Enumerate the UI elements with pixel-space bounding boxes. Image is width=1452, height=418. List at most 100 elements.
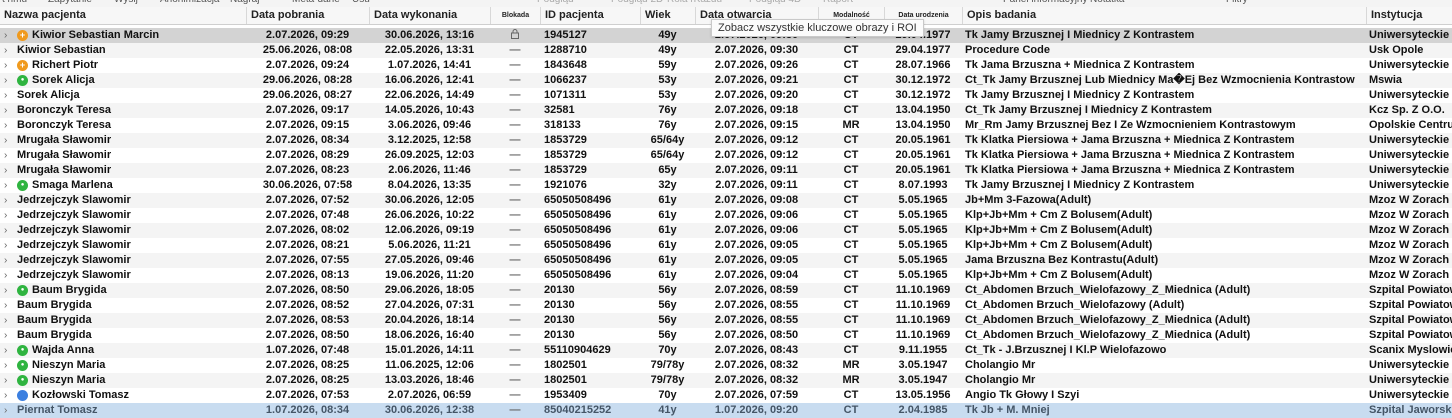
table-row[interactable]: › Jedrzejczyk Slawomir 2.07.2026, 07:55 27.…: [0, 253, 1452, 268]
table-row[interactable]: › Boronczyk Teresa 2.07.2026, 09:15 3.06.20…: [0, 118, 1452, 133]
expand-chevron-icon[interactable]: ›: [4, 208, 7, 223]
expand-chevron-icon[interactable]: ›: [4, 103, 7, 118]
table-row[interactable]: › ● Nieszyn Maria 2.07.2026, 08:25 11.06.202…: [0, 358, 1452, 373]
cell-mod: CT: [843, 104, 859, 116]
table-row[interactable]: › Jedrzejczyk Slawomir 2.07.2026, 08:13 19.…: [0, 268, 1452, 283]
cell-otwarcia: 2.07.2026, 08:50: [714, 329, 799, 341]
menu-item-podglad-4d[interactable]: Podgląd 4D: [749, 0, 801, 5]
table-row[interactable]: › ● Sorek Alicja 29.06.2026, 08:28 16.06.202…: [0, 73, 1452, 88]
table-row[interactable]: › Jedrzejczyk Slawomir 2.07.2026, 07:52 30.…: [0, 193, 1452, 208]
table-row[interactable]: › Kiwior Sebastian 25.06.2026, 08:08 22.05.…: [0, 43, 1452, 58]
expand-chevron-icon[interactable]: ›: [4, 73, 7, 88]
menu-item-usu[interactable]: Usu: [352, 0, 370, 5]
table-row[interactable]: › Kozłowski Tomasz 2.07.2026, 07:53 2.07.20…: [0, 388, 1452, 403]
expand-chevron-icon[interactable]: ›: [4, 43, 7, 58]
expand-chevron-icon[interactable]: ›: [4, 343, 7, 358]
column-header-id-pacjenta[interactable]: ID pacjenta: [540, 7, 640, 24]
expand-chevron-icon[interactable]: ›: [4, 58, 7, 73]
table-row[interactable]: › Jedrzejczyk Slawomir 2.07.2026, 07:48 26.…: [0, 208, 1452, 223]
cell-urodzenia: 11.10.1969: [895, 329, 951, 341]
menu-item-panel-informacyjny[interactable]: Panel informacyjny: [1003, 0, 1087, 5]
cell-id: 65050508496: [544, 224, 612, 236]
status-check-icon: ●: [17, 75, 28, 86]
expand-chevron-icon[interactable]: ›: [4, 163, 7, 178]
cell-urodzenia: 13.04.1950: [895, 104, 951, 116]
menu-item-anonimizacja[interactable]: Anonimizacja: [160, 0, 219, 5]
table-row[interactable]: › + Richert Piotr 2.07.2026, 09:24 1.07.2026…: [0, 58, 1452, 73]
cell-inst: Mzoz W Zorach S: [1369, 194, 1452, 206]
unlocked-dash: —: [509, 404, 521, 416]
expand-chevron-icon[interactable]: ›: [4, 298, 7, 313]
expand-chevron-icon[interactable]: ›: [4, 253, 7, 268]
table-row[interactable]: › Mrugała Sławomir 2.07.2026, 08:23 2.06.20…: [0, 163, 1452, 178]
table-row[interactable]: › Boronczyk Teresa 2.07.2026, 09:17 14.05.2…: [0, 103, 1452, 118]
cell-id: 65050508496: [544, 254, 612, 266]
table-row[interactable]: › ● Smaga Marlena 30.06.2026, 07:58 8.04.202…: [0, 178, 1452, 193]
cell-opis: Tk Klatka Piersiowa + Jama Brzuszna + Mi…: [965, 164, 1295, 176]
menu-item-notatka[interactable]: Notatka: [1090, 0, 1124, 5]
cell-mod: CT: [843, 194, 859, 206]
table-row[interactable]: › ● Baum Brygida 2.07.2026, 08:50 29.06.2026…: [0, 283, 1452, 298]
menu-item-rola-rkazdu[interactable]: Rola rKażdu: [667, 0, 722, 5]
cell-pobrania: 2.07.2026, 08:02: [265, 224, 350, 236]
menu-item-raport[interactable]: Raport: [823, 0, 853, 5]
expand-chevron-icon[interactable]: ›: [4, 238, 7, 253]
expand-chevron-icon[interactable]: ›: [4, 388, 7, 403]
column-header-data-pobrania[interactable]: Data pobrania: [246, 7, 369, 24]
column-header-data-wykonania[interactable]: Data wykonania: [369, 7, 490, 24]
menu-item-podglad-2d[interactable]: Podgląd 2D: [611, 0, 663, 5]
cell-wiek: 61y: [658, 239, 677, 251]
menu-item-t-nmu[interactable]: t nmu: [2, 0, 27, 5]
expand-chevron-icon[interactable]: ›: [4, 88, 7, 103]
column-header-opis-badania[interactable]: Opis badania: [962, 7, 1366, 24]
column-header-blokada[interactable]: Blokada: [490, 7, 540, 24]
expand-chevron-icon[interactable]: ›: [4, 283, 7, 298]
table-row[interactable]: › Baum Brygida 2.07.2026, 08:52 27.04.2026,…: [0, 298, 1452, 313]
menu-item-podglad[interactable]: Podgląd: [537, 0, 574, 5]
unlocked-dash: —: [509, 344, 521, 356]
table-row[interactable]: › Piernat Tomasz 1.07.2026, 08:34 30.06.202…: [0, 403, 1452, 418]
expand-chevron-icon[interactable]: ›: [4, 28, 7, 43]
table-row[interactable]: › Mrugała Sławomir 2.07.2026, 08:34 3.12.20…: [0, 133, 1452, 148]
cell-wiek: 53y: [658, 74, 677, 86]
cell-otwarcia: 2.07.2026, 09:04: [714, 269, 799, 281]
expand-chevron-icon[interactable]: ›: [4, 403, 7, 418]
table-row[interactable]: › Baum Brygida 2.07.2026, 08:50 18.06.2026,…: [0, 328, 1452, 343]
column-header-instytucja[interactable]: Instytucja: [1366, 7, 1452, 24]
cell-otwarcia: 2.07.2026, 09:21: [714, 74, 799, 86]
table-row[interactable]: › Baum Brygida 2.07.2026, 08:53 20.04.2026,…: [0, 313, 1452, 328]
expand-chevron-icon[interactable]: ›: [4, 268, 7, 283]
expand-chevron-icon[interactable]: ›: [4, 178, 7, 193]
cell-pobrania: 2.07.2026, 08:21: [265, 239, 350, 251]
column-header-wiek[interactable]: Wiek: [640, 7, 695, 24]
cell-inst: Uniwersyteckie C: [1369, 134, 1452, 146]
table-row[interactable]: › ● Nieszyn Maria 2.07.2026, 08:25 13.03.202…: [0, 373, 1452, 388]
expand-chevron-icon[interactable]: ›: [4, 373, 7, 388]
menu-item-nagraj[interactable]: Nagraj: [230, 0, 259, 5]
cell-wiek: 65/64y: [650, 149, 685, 161]
cell-otwarcia: 2.07.2026, 09:06: [714, 209, 799, 221]
table-row[interactable]: › Jedrzejczyk Slawomir 2.07.2026, 08:02 12.…: [0, 223, 1452, 238]
table-row[interactable]: › Jedrzejczyk Slawomir 2.07.2026, 08:21 5.0…: [0, 238, 1452, 253]
column-header-nazwa-pacjenta[interactable]: Nazwa pacjenta: [0, 7, 246, 24]
menu-item-filtry[interactable]: Filtry: [1226, 0, 1248, 5]
menu-item-zapytanie[interactable]: Zapytanie: [48, 0, 92, 5]
status-check-icon: ●: [17, 285, 28, 296]
cell-id: 1066237: [544, 74, 587, 86]
table-row[interactable]: › ● Wajda Anna 1.07.2026, 07:48 15.01.2026, …: [0, 343, 1452, 358]
expand-chevron-icon[interactable]: ›: [4, 118, 7, 133]
table-row[interactable]: › Sorek Alicja 29.06.2026, 08:27 22.06.2026…: [0, 88, 1452, 103]
column-header-label: Wiek: [645, 9, 671, 21]
menu-item-meta-dane[interactable]: Meta-dane: [292, 0, 340, 5]
expand-chevron-icon[interactable]: ›: [4, 328, 7, 343]
expand-chevron-icon[interactable]: ›: [4, 133, 7, 148]
cell-mod: CT: [843, 269, 859, 281]
table-row[interactable]: › Mrugała Sławomir 2.07.2026, 08:29 26.09.2…: [0, 148, 1452, 163]
expand-chevron-icon[interactable]: ›: [4, 148, 7, 163]
expand-chevron-icon[interactable]: ›: [4, 313, 7, 328]
menu-item-wysij[interactable]: Wysij: [114, 0, 138, 5]
cell-wiek: 49y: [658, 29, 677, 41]
expand-chevron-icon[interactable]: ›: [4, 223, 7, 238]
expand-chevron-icon[interactable]: ›: [4, 193, 7, 208]
expand-chevron-icon[interactable]: ›: [4, 358, 7, 373]
